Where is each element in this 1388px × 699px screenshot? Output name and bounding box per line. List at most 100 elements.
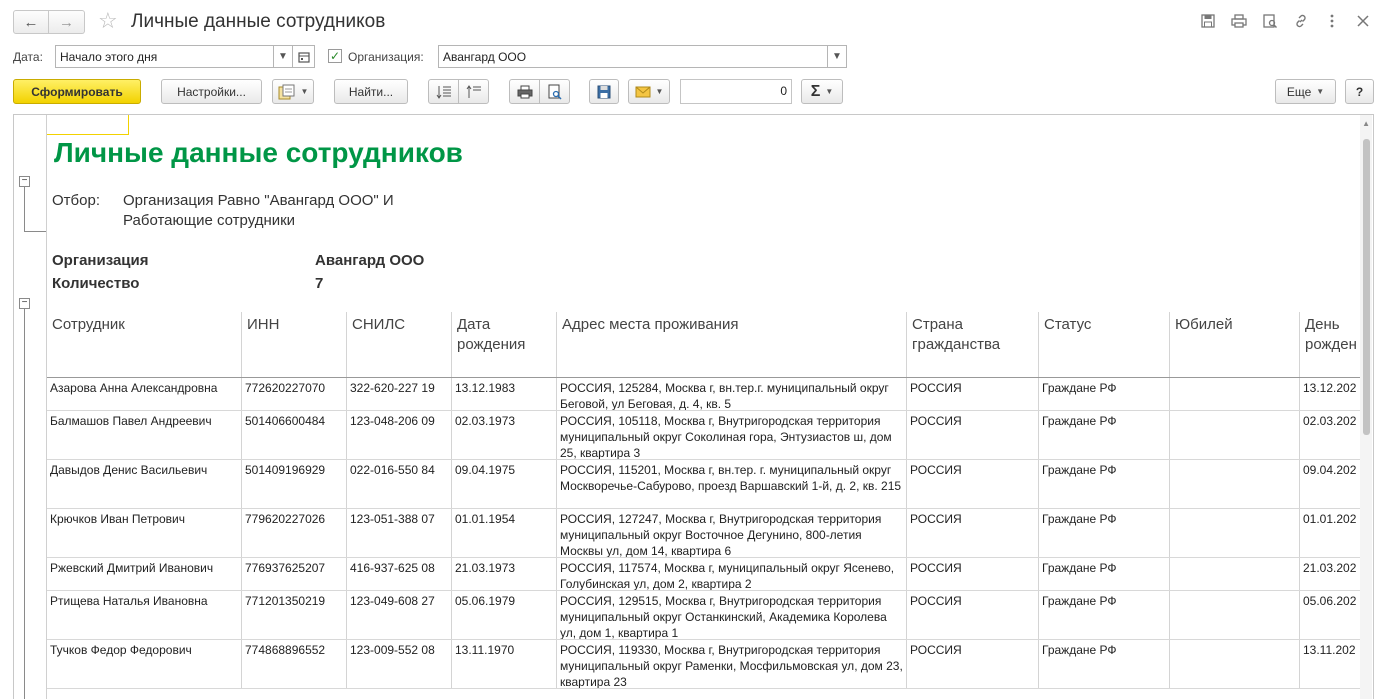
scrollbar-thumb[interactable] (1363, 139, 1370, 435)
date-field[interactable]: Начало этого дня (55, 45, 274, 68)
preview-icon[interactable] (1261, 12, 1279, 30)
table-row[interactable]: Балмашов Павел Андреевич 501406600484 12… (47, 411, 1362, 460)
table-row[interactable]: Тучков Федор Федорович 774868896552 123-… (47, 640, 1362, 689)
cell-address[interactable]: РОССИЯ, 129515, Москва г, Внутригородска… (557, 591, 907, 639)
cell-inn[interactable]: 772620227070 (242, 378, 347, 410)
table-row[interactable]: Ртищева Наталья Ивановна 771201350219 12… (47, 591, 1362, 640)
print-button[interactable] (509, 79, 540, 104)
collapse-groups-button[interactable] (458, 79, 489, 104)
table-row[interactable]: Ржевский Дмитрий Иванович 776937625207 4… (47, 558, 1362, 591)
cell-country[interactable]: РОССИЯ (907, 411, 1039, 459)
sum-value-field[interactable]: 0 (680, 79, 792, 104)
cell-snils[interactable]: 322-620-227 19 (347, 378, 452, 410)
cell-country[interactable]: РОССИЯ (907, 640, 1039, 688)
cell-employee[interactable]: Давыдов Денис Васильевич (47, 460, 242, 508)
collapse-group-icon[interactable]: − (19, 298, 30, 309)
variants-button[interactable]: ▼ (272, 79, 314, 104)
scroll-up-icon[interactable]: ▲ (1362, 119, 1370, 128)
settings-button[interactable]: Настройки... (161, 79, 262, 104)
cell-employee[interactable]: Крючков Иван Петрович (47, 509, 242, 557)
favorite-star-icon[interactable]: ☆ (98, 9, 118, 33)
cell-snils[interactable]: 123-051-388 07 (347, 509, 452, 557)
cell-inn[interactable]: 771201350219 (242, 591, 347, 639)
calendar-button[interactable] (292, 45, 315, 68)
cell-birthday[interactable]: 05.06.202 (1300, 591, 1362, 639)
cell-birth-date[interactable]: 05.06.1979 (452, 591, 557, 639)
cell-inn[interactable]: 774868896552 (242, 640, 347, 688)
save-icon[interactable] (1199, 12, 1217, 30)
cell-address[interactable]: РОССИЯ, 119330, Москва г, Внутригородска… (557, 640, 907, 688)
cell-country[interactable]: РОССИЯ (907, 509, 1039, 557)
cell-birthday[interactable]: 13.11.202 (1300, 640, 1362, 688)
report-spreadsheet[interactable]: − − Личные данные сотрудников Отбор: Орг… (13, 114, 1374, 699)
cell-snils[interactable]: 123-049-608 27 (347, 591, 452, 639)
print-icon[interactable] (1230, 12, 1248, 30)
more-icon[interactable] (1323, 12, 1341, 30)
cell-status[interactable]: Граждане РФ (1039, 460, 1170, 508)
cell-jubilee[interactable] (1170, 640, 1300, 688)
cell-jubilee[interactable] (1170, 411, 1300, 459)
cell-inn[interactable]: 779620227026 (242, 509, 347, 557)
cell-birthday[interactable]: 21.03.202 (1300, 558, 1362, 590)
cell-birthday[interactable]: 13.12.202 (1300, 378, 1362, 410)
cell-birth-date[interactable]: 13.11.1970 (452, 640, 557, 688)
send-email-button[interactable]: ▼ (628, 79, 670, 104)
cell-snils[interactable]: 416-937-625 08 (347, 558, 452, 590)
table-row[interactable]: Крючков Иван Петрович 779620227026 123-0… (47, 509, 1362, 558)
cell-address[interactable]: РОССИЯ, 117574, Москва г, муниципальный … (557, 558, 907, 590)
cell-birth-date[interactable]: 13.12.1983 (452, 378, 557, 410)
cell-snils[interactable]: 123-048-206 09 (347, 411, 452, 459)
cell-employee[interactable]: Азарова Анна Александровна (47, 378, 242, 410)
cell-jubilee[interactable] (1170, 509, 1300, 557)
cell-country[interactable]: РОССИЯ (907, 378, 1039, 410)
sum-button[interactable]: Σ ▼ (801, 79, 843, 104)
save-report-button[interactable] (589, 79, 619, 104)
cell-inn[interactable]: 501409196929 (242, 460, 347, 508)
cell-status[interactable]: Граждане РФ (1039, 378, 1170, 410)
cell-employee[interactable]: Ртищева Наталья Ивановна (47, 591, 242, 639)
cell-birth-date[interactable]: 09.04.1975 (452, 460, 557, 508)
cell-snils[interactable]: 022-016-550 84 (347, 460, 452, 508)
cell-inn[interactable]: 501406600484 (242, 411, 347, 459)
cell-birthday[interactable]: 01.01.202 (1300, 509, 1362, 557)
organization-checkbox[interactable]: ✓ (328, 49, 342, 63)
find-button[interactable]: Найти... (334, 79, 408, 104)
cell-address[interactable]: РОССИЯ, 115201, Москва г, вн.тер. г. мун… (557, 460, 907, 508)
cell-country[interactable]: РОССИЯ (907, 460, 1039, 508)
generate-button[interactable]: Сформировать (13, 79, 141, 104)
cell-jubilee[interactable] (1170, 460, 1300, 508)
cell-jubilee[interactable] (1170, 591, 1300, 639)
date-dropdown-button[interactable]: ▼ (273, 45, 293, 68)
print-preview-button[interactable] (539, 79, 570, 104)
cell-status[interactable]: Граждане РФ (1039, 591, 1170, 639)
more-button[interactable]: Еще ▼ (1275, 79, 1336, 104)
cell-status[interactable]: Граждане РФ (1039, 509, 1170, 557)
collapse-group-icon[interactable]: − (19, 176, 30, 187)
forward-button[interactable]: → (49, 10, 85, 34)
help-button[interactable]: ? (1345, 79, 1374, 104)
cell-country[interactable]: РОССИЯ (907, 558, 1039, 590)
cell-status[interactable]: Граждане РФ (1039, 558, 1170, 590)
cell-employee[interactable]: Ржевский Дмитрий Иванович (47, 558, 242, 590)
cell-birth-date[interactable]: 21.03.1973 (452, 558, 557, 590)
organization-dropdown-button[interactable]: ▼ (827, 45, 847, 68)
cell-status[interactable]: Граждане РФ (1039, 640, 1170, 688)
link-icon[interactable] (1292, 12, 1310, 30)
cell-country[interactable]: РОССИЯ (907, 591, 1039, 639)
organization-field[interactable]: Авангард ООО (438, 45, 828, 68)
table-row[interactable]: Азарова Анна Александровна 772620227070 … (47, 378, 1362, 411)
cell-inn[interactable]: 776937625207 (242, 558, 347, 590)
close-icon[interactable] (1354, 12, 1372, 30)
cell-address[interactable]: РОССИЯ, 127247, Москва г, Внутригородска… (557, 509, 907, 557)
cell-birth-date[interactable]: 01.01.1954 (452, 509, 557, 557)
cell-birthday[interactable]: 09.04.202 (1300, 460, 1362, 508)
cell-address[interactable]: РОССИЯ, 105118, Москва г, Внутригородска… (557, 411, 907, 459)
cell-employee[interactable]: Балмашов Павел Андреевич (47, 411, 242, 459)
cell-jubilee[interactable] (1170, 558, 1300, 590)
cell-employee[interactable]: Тучков Федор Федорович (47, 640, 242, 688)
cell-jubilee[interactable] (1170, 378, 1300, 410)
expand-groups-button[interactable] (428, 79, 459, 104)
back-button[interactable]: ← (13, 10, 49, 34)
cell-status[interactable]: Граждане РФ (1039, 411, 1170, 459)
cell-birth-date[interactable]: 02.03.1973 (452, 411, 557, 459)
